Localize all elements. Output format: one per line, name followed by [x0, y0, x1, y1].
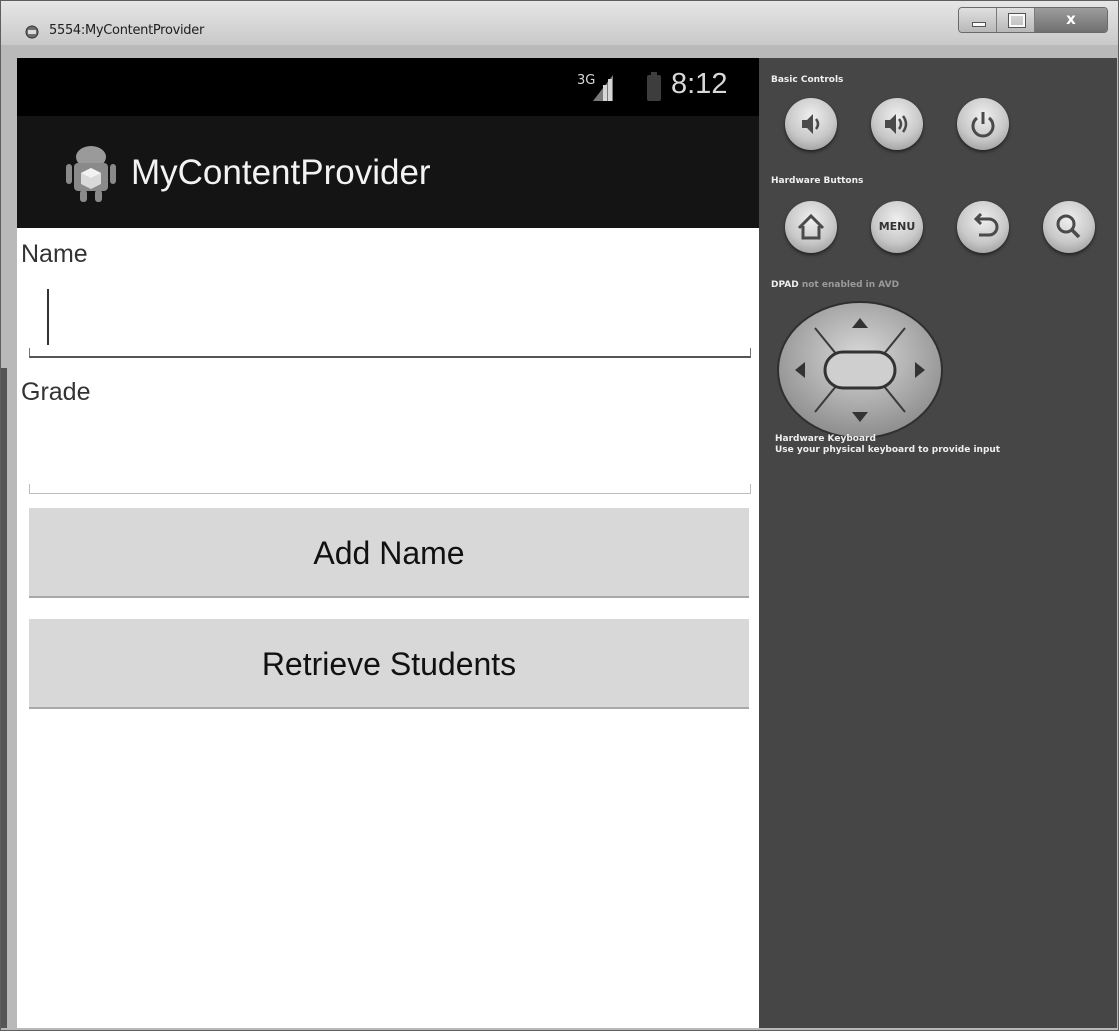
- volume-up-icon: [885, 114, 908, 134]
- hardware-keyboard-heading: Hardware Keyboard: [775, 434, 876, 444]
- search-button[interactable]: [1043, 201, 1095, 253]
- battery-icon: [647, 72, 661, 101]
- action-bar: MyContentProvider: [17, 116, 759, 228]
- signal-icon: [593, 75, 613, 101]
- home-button[interactable]: [785, 201, 837, 253]
- window-title: 5554:MyContentProvider: [49, 23, 204, 38]
- hardware-keyboard-note: Use your physical keyboard to provide in…: [775, 445, 1001, 455]
- emulator-icon: [25, 25, 39, 39]
- dpad-heading-label: DPAD: [771, 280, 799, 290]
- home-icon: [797, 213, 825, 240]
- basic-controls-heading: Basic Controls: [771, 75, 844, 85]
- window-controls: x: [958, 7, 1108, 33]
- power-button[interactable]: [957, 98, 1009, 150]
- device-screen[interactable]: 3G 8:12 MyContentProvider Name Grade Add…: [17, 58, 759, 1028]
- emulator-window: 5554:MyContentProvider x 3G 8:12 MyConte…: [0, 0, 1119, 1031]
- grade-field-underline: [29, 484, 751, 494]
- minimize-button[interactable]: [959, 8, 997, 32]
- android-app-icon: [66, 146, 116, 202]
- menu-button-label: MENU: [878, 220, 916, 233]
- dpad-heading: DPAD not enabled in AVD: [771, 280, 899, 290]
- dpad[interactable]: [775, 300, 945, 442]
- emulator-control-panel: Basic Controls Hardware Buttons MENU DPA…: [759, 58, 1117, 1028]
- power-icon: [971, 112, 995, 138]
- retrieve-students-button[interactable]: Retrieve Students: [29, 619, 749, 709]
- grade-label: Grade: [21, 378, 91, 406]
- name-field[interactable]: [29, 278, 751, 358]
- dpad-center-button: [823, 350, 897, 390]
- title-bar[interactable]: 5554:MyContentProvider x: [1, 1, 1118, 45]
- volume-down-button[interactable]: [785, 98, 837, 150]
- status-bar: 3G 8:12: [17, 58, 759, 116]
- volume-down-icon: [802, 114, 820, 134]
- status-time: 8:12: [671, 68, 728, 100]
- app-title: MyContentProvider: [131, 153, 431, 192]
- search-icon: [1056, 214, 1081, 239]
- hardware-buttons-heading: Hardware Buttons: [771, 176, 864, 186]
- back-button[interactable]: [957, 201, 1009, 253]
- grade-field[interactable]: [29, 418, 751, 494]
- close-button[interactable]: x: [1035, 8, 1107, 32]
- volume-up-button[interactable]: [871, 98, 923, 150]
- text-cursor: [47, 289, 49, 345]
- back-icon: [973, 212, 999, 237]
- close-icon: x: [1066, 10, 1076, 28]
- name-label: Name: [21, 240, 88, 268]
- maximize-button[interactable]: [997, 8, 1035, 32]
- window-left-edge: [1, 368, 7, 1028]
- menu-button[interactable]: MENU: [871, 201, 923, 253]
- add-name-button[interactable]: Add Name: [29, 508, 749, 598]
- hardware-keyboard-info: Hardware Keyboard Use your physical keyb…: [775, 434, 1000, 456]
- name-field-underline: [29, 348, 751, 358]
- dpad-note: not enabled in AVD: [801, 280, 900, 290]
